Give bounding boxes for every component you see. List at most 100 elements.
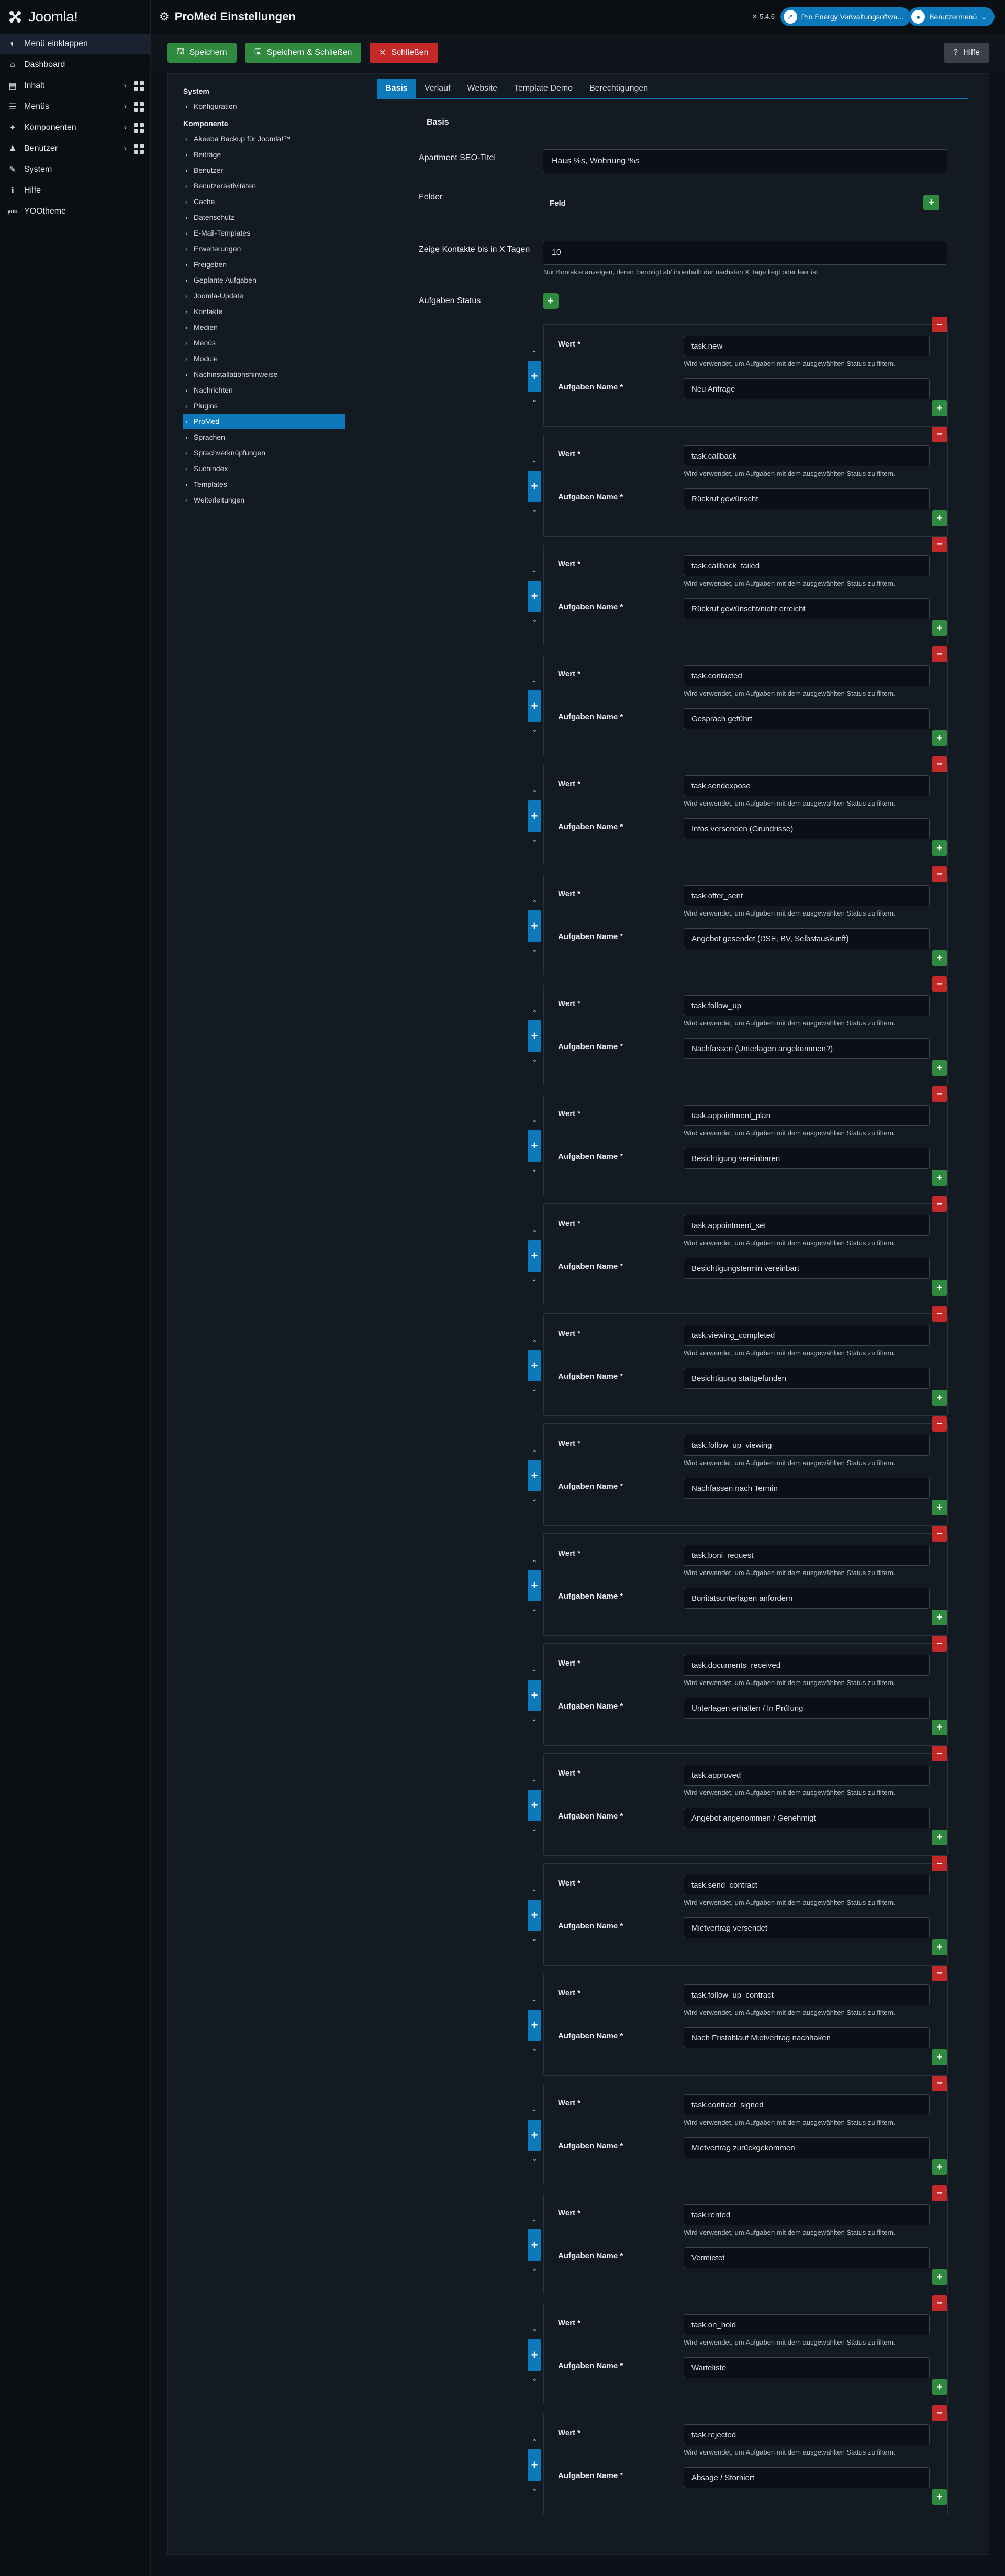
chevron-down-icon[interactable]: ⌄ <box>528 2263 541 2273</box>
chevron-down-icon[interactable]: ⌄ <box>528 2153 541 2164</box>
sidebar-item-users[interactable]: ♟ Benutzer › <box>0 138 150 159</box>
remove-row-button[interactable]: − <box>932 646 947 662</box>
task-name-input[interactable]: Neu Anfrage <box>684 378 930 399</box>
chevron-up-icon[interactable]: ⌃ <box>528 348 541 359</box>
chevron-down-icon[interactable]: ⌄ <box>528 834 541 844</box>
tree-item[interactable]: › Nachrichten <box>183 382 345 398</box>
remove-row-button[interactable]: − <box>932 537 947 552</box>
tree-item[interactable]: › Weiterleitungen <box>183 492 345 508</box>
task-name-input[interactable]: Gespräch geführt <box>684 708 930 729</box>
tree-item[interactable]: › Nachinstallationshinweise <box>183 366 345 382</box>
add-row-button[interactable]: + <box>932 1060 947 1076</box>
move-handle[interactable]: + <box>528 1680 541 1711</box>
value-input[interactable]: task.boni_request <box>684 1545 930 1566</box>
chevron-up-icon[interactable]: ⌃ <box>528 2217 541 2227</box>
add-row-button[interactable]: + <box>932 2379 947 2395</box>
task-name-input[interactable]: Infos versenden (Grundrisse) <box>684 818 930 839</box>
tab-verlauf[interactable]: Verlauf <box>416 79 459 98</box>
chevron-up-icon[interactable]: ⌃ <box>528 1008 541 1018</box>
add-row-button[interactable]: + <box>932 1390 947 1406</box>
add-row-button[interactable]: + <box>932 1280 947 1296</box>
chevron-up-icon[interactable]: ⌃ <box>528 458 541 469</box>
add-row-button[interactable]: + <box>932 1170 947 1186</box>
chevron-up-icon[interactable]: ⌃ <box>528 1667 541 1678</box>
value-input[interactable]: task.documents_received <box>684 1655 930 1676</box>
chevron-down-icon[interactable]: ⌄ <box>528 1274 541 1284</box>
help-button[interactable]: ? Hilfe <box>944 43 989 63</box>
tree-item-configuration[interactable]: › Konfiguration <box>183 98 345 114</box>
tree-item[interactable]: › Sprachverknüpfungen <box>183 445 345 461</box>
add-row-button[interactable]: + <box>932 1830 947 1845</box>
value-input[interactable]: task.follow_up_contract <box>684 1984 930 2005</box>
chevron-down-icon[interactable]: ⌄ <box>528 614 541 625</box>
tree-item[interactable]: › Datenschutz <box>183 209 345 225</box>
tab-website[interactable]: Website <box>459 79 506 98</box>
chevron-up-icon[interactable]: ⌃ <box>528 2327 541 2337</box>
move-handle[interactable]: + <box>528 2229 541 2261</box>
move-handle[interactable]: + <box>528 800 541 832</box>
remove-row-button[interactable]: − <box>932 756 947 772</box>
value-input[interactable]: task.sendexpose <box>684 775 930 796</box>
task-name-input[interactable]: Nachfassen (Unterlagen angekommen?) <box>684 1038 930 1059</box>
chevron-right-icon[interactable]: › <box>124 102 127 112</box>
task-name-input[interactable]: Nach Fristablauf Mietvertrag nachhaken <box>684 2027 930 2048</box>
chevron-up-icon[interactable]: ⌃ <box>528 788 541 798</box>
value-input[interactable]: task.follow_up_viewing <box>684 1435 930 1456</box>
task-name-input[interactable]: Rückruf gewünscht <box>684 488 930 509</box>
remove-row-button[interactable]: − <box>932 1196 947 1212</box>
chevron-up-icon[interactable]: ⌃ <box>528 1118 541 1128</box>
save-close-button[interactable]: 🖫 Speichern & Schließen <box>245 43 362 63</box>
task-name-input[interactable]: Angebot gesendet (DSE, BV, Selbstauskunf… <box>684 928 930 949</box>
chevron-up-icon[interactable]: ⌃ <box>528 1997 541 2008</box>
add-row-button[interactable]: + <box>932 840 947 856</box>
tree-item[interactable]: › Templates <box>183 476 345 492</box>
remove-row-button[interactable]: − <box>932 1416 947 1432</box>
tree-item[interactable]: › Akeeba Backup für Joomla!™ <box>183 131 345 147</box>
task-name-input[interactable]: Vermietet <box>684 2247 930 2268</box>
tree-item[interactable]: › Geplante Aufgaben <box>183 272 345 288</box>
value-input[interactable]: task.appointment_plan <box>684 1105 930 1126</box>
remove-row-button[interactable]: − <box>932 1856 947 1871</box>
chevron-down-icon[interactable]: ⌄ <box>528 1384 541 1394</box>
task-name-input[interactable]: Nachfassen nach Termin <box>684 1478 930 1499</box>
value-input[interactable]: task.follow_up <box>684 995 930 1016</box>
tree-item[interactable]: › Menüs <box>183 335 345 351</box>
tree-item[interactable]: › Sprachen <box>183 429 345 445</box>
dashboard-grid-icon[interactable] <box>134 102 144 112</box>
seo-title-input[interactable]: Haus %s, Wohnung %s <box>543 149 947 173</box>
chevron-down-icon[interactable]: ⌄ <box>528 724 541 734</box>
task-name-input[interactable]: Mietvertrag versendet <box>684 1917 930 1938</box>
chevron-up-icon[interactable]: ⌃ <box>528 1447 541 1458</box>
value-input[interactable]: task.callback <box>684 445 930 466</box>
add-status-button[interactable]: + <box>543 293 559 309</box>
task-name-input[interactable]: Besichtigung stattgefunden <box>684 1368 930 1389</box>
tab-permissions[interactable]: Berechtigungen <box>581 79 656 98</box>
move-handle[interactable]: + <box>528 2120 541 2151</box>
value-input[interactable]: task.offer_sent <box>684 885 930 906</box>
chevron-right-icon[interactable]: › <box>124 81 127 91</box>
move-handle[interactable]: + <box>528 361 541 392</box>
value-input[interactable]: task.approved <box>684 1765 930 1786</box>
value-input[interactable]: task.appointment_set <box>684 1215 930 1236</box>
chevron-down-icon[interactable]: ⌄ <box>528 1823 541 1834</box>
chevron-down-icon[interactable]: ⌄ <box>528 504 541 515</box>
remove-row-button[interactable]: − <box>932 427 947 442</box>
tree-item[interactable]: › Benutzer <box>183 162 345 178</box>
chevron-up-icon[interactable]: ⌃ <box>528 1557 541 1568</box>
add-field-button[interactable]: + <box>923 195 939 210</box>
add-row-button[interactable]: + <box>932 730 947 746</box>
sidebar-item-components[interactable]: ✦ Komponenten › <box>0 117 150 138</box>
move-handle[interactable]: + <box>528 2339 541 2371</box>
chevron-up-icon[interactable]: ⌃ <box>528 1777 541 1788</box>
tab-template-demo[interactable]: Template Demo <box>506 79 581 98</box>
sidebar-item-help[interactable]: ℹ Hilfe <box>0 180 150 201</box>
tree-item[interactable]: › E-Mail-Templates <box>183 225 345 241</box>
sidebar-item-content[interactable]: ▤ Inhalt › <box>0 75 150 96</box>
brand[interactable]: Joomla! <box>0 0 150 34</box>
chevron-up-icon[interactable]: ⌃ <box>528 1887 541 1898</box>
add-row-button[interactable]: + <box>932 1720 947 1735</box>
chevron-up-icon[interactable]: ⌃ <box>528 2107 541 2117</box>
sidebar-item-menus[interactable]: ☰ Menüs › <box>0 96 150 117</box>
dashboard-grid-icon[interactable] <box>134 143 144 154</box>
tab-basis[interactable]: Basis <box>377 79 416 98</box>
